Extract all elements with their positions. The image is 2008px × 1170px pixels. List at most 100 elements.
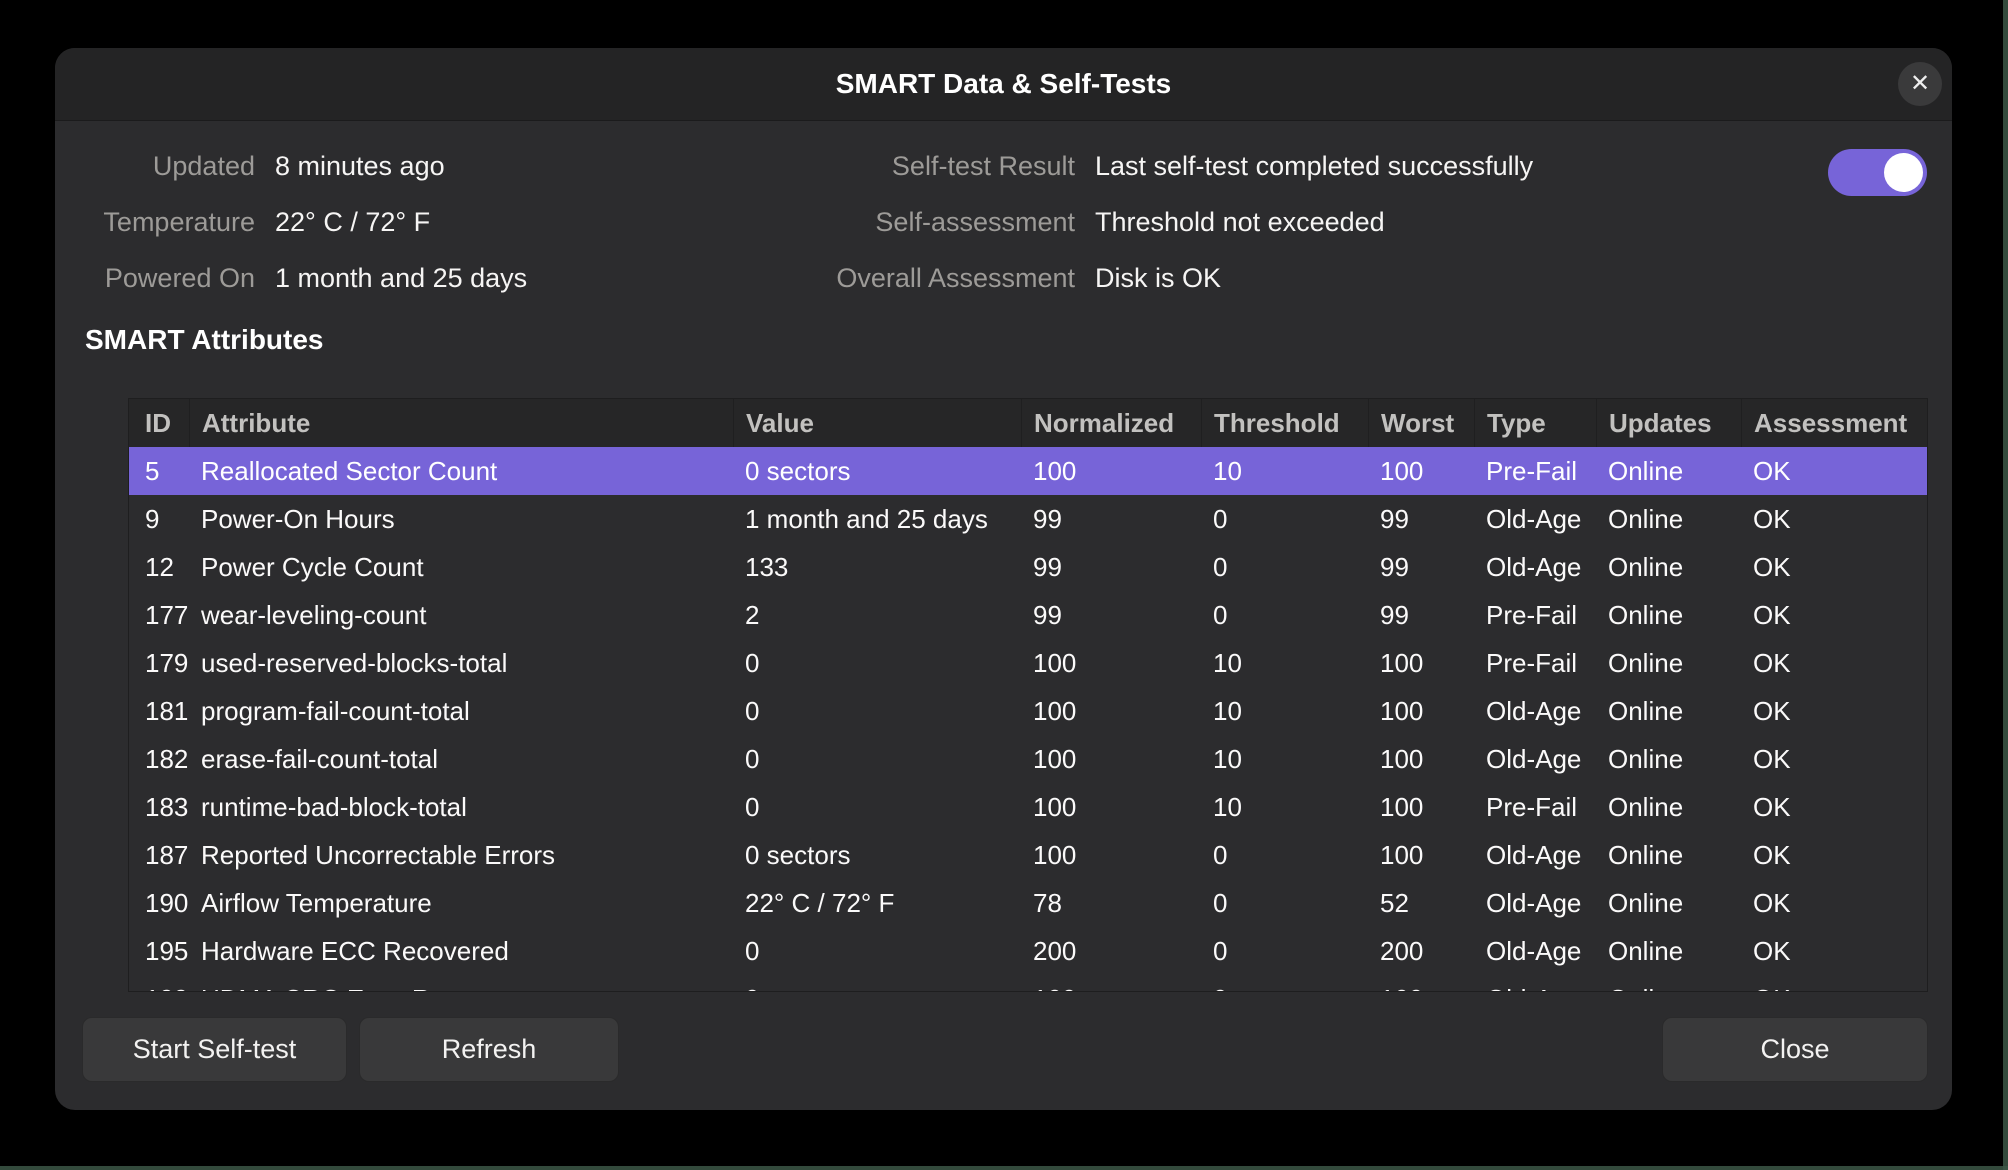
table-cell: 10 [1201,648,1368,679]
updated-value: 8 minutes ago [275,138,445,194]
table-cell: Online [1596,504,1741,535]
table-cell: OK [1741,504,1928,535]
table-row[interactable]: 190Airflow Temperature22° C / 72° F78052… [129,879,1927,927]
table-cell: OK [1741,552,1928,583]
table-cell: Online [1596,648,1741,679]
table-cell: 100 [1368,696,1474,727]
table-body: 5Reallocated Sector Count0 sectors100101… [129,447,1927,992]
screen: SMART Data & Self-Tests ✕ Updated 8 minu… [0,0,2008,1170]
table-cell: 10 [1201,456,1368,487]
overall-assessment-label: Overall Assessment [755,250,1075,306]
updated-label: Updated [55,138,255,194]
table-cell: 10 [1201,696,1368,727]
table-cell: 100 [1368,840,1474,871]
table-cell: 0 [733,936,1021,967]
table-cell: 100 [1021,792,1201,823]
powered-on-label: Powered On [55,250,255,306]
close-dialog-button[interactable]: Close [1662,1017,1928,1082]
table-cell: Online [1596,696,1741,727]
table-row[interactable]: 183runtime-bad-block-total010010100Pre-F… [129,783,1927,831]
self-test-result-value: Last self-test completed successfully [1095,138,1533,194]
column-header[interactable]: Value [733,399,1021,447]
table-cell: Reported Uncorrectable Errors [189,840,733,871]
table-row[interactable]: 179used-reserved-blocks-total010010100Pr… [129,639,1927,687]
table-row[interactable]: 181program-fail-count-total010010100Old-… [129,687,1927,735]
table-cell: 179 [129,648,189,679]
column-header[interactable]: Worst [1368,399,1474,447]
table-cell: Pre-Fail [1474,792,1596,823]
table-cell: Power-On Hours [189,504,733,535]
table-cell: Old-Age [1474,840,1596,871]
table-cell: 190 [129,888,189,919]
table-cell: 0 sectors [733,456,1021,487]
table-cell: 0 [1201,936,1368,967]
table-cell: 0 [1201,552,1368,583]
table-cell: 2 [733,600,1021,631]
temperature-label: Temperature [55,194,255,250]
column-header[interactable]: ID [129,399,189,447]
table-row[interactable]: 177wear-leveling-count299099Pre-FailOnli… [129,591,1927,639]
table-cell: UDMA CRC Error Rate [189,984,733,993]
refresh-button[interactable]: Refresh [359,1017,619,1082]
table-row[interactable]: 12Power Cycle Count13399099Old-AgeOnline… [129,543,1927,591]
table-cell: OK [1741,936,1928,967]
screen-edge-artifact-right [2003,0,2008,1170]
table-row[interactable]: 195Hardware ECC Recovered02000200Old-Age… [129,927,1927,975]
column-header[interactable]: Assessment [1741,399,1928,447]
table-cell: Hardware ECC Recovered [189,936,733,967]
start-self-test-button[interactable]: Start Self-test [82,1017,347,1082]
temperature-value: 22° C / 72° F [275,194,430,250]
close-button[interactable]: ✕ [1898,62,1942,106]
screen-edge-artifact-bottom [0,1166,2008,1170]
table-cell: Pre-Fail [1474,648,1596,679]
table-cell: erase-fail-count-total [189,744,733,775]
column-header[interactable]: Normalized [1021,399,1201,447]
table-row[interactable]: 182erase-fail-count-total010010100Old-Ag… [129,735,1927,783]
table-cell: OK [1741,984,1928,993]
table-cell: 133 [733,552,1021,583]
table-cell: 0 [1201,840,1368,871]
table-cell: Airflow Temperature [189,888,733,919]
table-row[interactable]: 5Reallocated Sector Count0 sectors100101… [129,447,1927,495]
table-cell: 195 [129,936,189,967]
table-row[interactable]: 187Reported Uncorrectable Errors0 sector… [129,831,1927,879]
titlebar: SMART Data & Self-Tests ✕ [55,48,1952,121]
table-cell: 99 [1021,552,1201,583]
table-cell: Online [1596,792,1741,823]
table-header: IDAttributeValueNormalizedThresholdWorst… [129,399,1927,447]
table-cell: 100 [1368,456,1474,487]
table-row[interactable]: 199UDMA CRC Error Rate01000100Old-AgeOnl… [129,975,1927,992]
table-cell: 100 [1021,648,1201,679]
self-assessment-label: Self-assessment [755,194,1075,250]
column-header[interactable]: Attribute [189,399,733,447]
table-cell: 0 [1201,504,1368,535]
self-test-result-label: Self-test Result [755,138,1075,194]
table-cell: OK [1741,840,1928,871]
table-cell: 1 month and 25 days [733,504,1021,535]
table-cell: Old-Age [1474,504,1596,535]
smart-enabled-toggle[interactable] [1828,149,1927,196]
table-cell: used-reserved-blocks-total [189,648,733,679]
table-cell: Online [1596,744,1741,775]
table-cell: runtime-bad-block-total [189,792,733,823]
table-cell: 182 [129,744,189,775]
table-cell: OK [1741,792,1928,823]
table-cell: 100 [1021,744,1201,775]
column-header[interactable]: Threshold [1201,399,1368,447]
table-cell: Power Cycle Count [189,552,733,583]
column-header[interactable]: Type [1474,399,1596,447]
table-cell: 100 [1021,456,1201,487]
table-cell: 183 [129,792,189,823]
table-cell: 10 [1201,744,1368,775]
table-row[interactable]: 9Power-On Hours1 month and 25 days99099O… [129,495,1927,543]
table-cell: OK [1741,456,1928,487]
table-cell: 100 [1368,648,1474,679]
table-cell: Online [1596,840,1741,871]
table-cell: 52 [1368,888,1474,919]
table-cell: Old-Age [1474,696,1596,727]
table-cell: 0 sectors [733,840,1021,871]
table-cell: 9 [129,504,189,535]
column-header[interactable]: Updates [1596,399,1741,447]
table-cell: Pre-Fail [1474,600,1596,631]
table-cell: 0 [733,792,1021,823]
